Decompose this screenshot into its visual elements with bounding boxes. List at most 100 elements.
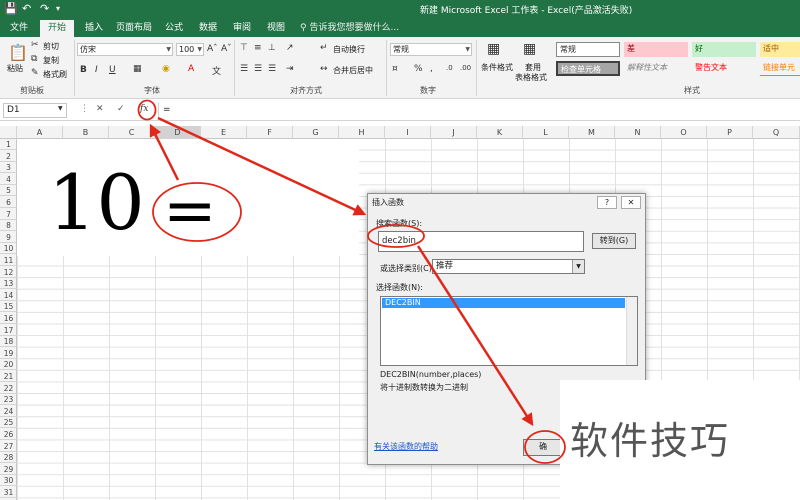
font-color-icon[interactable]: A [188,64,194,74]
column-header[interactable]: L [523,126,569,139]
indent-icon[interactable]: ⇥ [286,64,294,74]
select-all-corner[interactable] [0,126,17,139]
go-button[interactable]: 转到(G) [592,233,636,249]
percent-icon[interactable]: % [414,64,423,74]
row-header[interactable]: 5 [0,185,17,197]
row-header[interactable]: 8 [0,220,17,232]
column-header[interactable]: Q [753,126,800,139]
underline-button[interactable]: U [109,65,116,75]
conditional-format-button[interactable]: 条件格式 [481,62,513,73]
row-header[interactable]: 16 [0,313,17,324]
row-header[interactable]: 17 [0,325,17,336]
comma-icon[interactable]: , [430,64,433,74]
row-header[interactable]: 20 [0,359,17,371]
save-icon[interactable]: 💾 [4,2,18,15]
row-header[interactable]: 19 [0,348,17,359]
align-top-icon[interactable]: ⊤ [240,43,248,53]
font-name-select[interactable]: 仿宋 ▼ [77,43,173,56]
conditional-format-icon[interactable]: ▦ [487,41,500,57]
tab-insert[interactable]: 插入 [80,19,108,37]
column-header[interactable]: P [707,126,753,139]
font-size-select[interactable]: 100 ▼ [176,43,204,56]
align-center-icon[interactable]: ☰ [254,64,262,74]
row-header[interactable]: 11 [0,255,17,266]
drag-handle-icon[interactable]: ⋮ [80,104,89,114]
row-header[interactable]: 6 [0,197,17,208]
decrease-font-icon[interactable]: Aˇ [221,44,232,54]
fill-color-icon[interactable]: ◉ [162,64,170,74]
orientation-icon[interactable]: ↗ [286,43,294,53]
wrap-text-button[interactable]: 自动换行 [333,44,365,55]
row-header[interactable]: 23 [0,394,17,406]
column-header[interactable]: K [477,126,523,139]
borders-icon[interactable]: ▦ [133,64,142,74]
row-header[interactable]: 3 [0,162,17,174]
column-header[interactable]: O [661,126,707,139]
wrap-text-icon[interactable]: ↵ [320,43,328,53]
cut-button[interactable]: 剪切 [43,41,59,52]
row-header[interactable]: 2 [0,151,17,162]
phonetic-icon[interactable]: 文 [212,64,221,77]
paste-icon[interactable]: 📋 [8,43,28,62]
format-painter-icon[interactable]: ✎ [31,68,39,78]
list-scrollbar[interactable] [626,297,637,365]
style-explanatory[interactable]: 解释性文本 [624,61,688,76]
row-header[interactable]: 28 [0,452,17,464]
column-header[interactable]: N [615,126,661,139]
copy-button[interactable]: 复制 [43,55,59,66]
cancel-icon[interactable]: ✕ [96,104,104,114]
close-icon[interactable]: ✕ [621,196,641,209]
undo-icon[interactable]: ↶ [22,2,31,15]
row-header[interactable]: 31 [0,487,17,498]
chevron-down-icon[interactable]: ▼ [572,260,584,273]
merge-center-button[interactable]: 合并后居中 [333,65,373,76]
align-bottom-icon[interactable]: ⊥ [268,43,276,53]
row-header[interactable]: 1 [0,139,17,150]
column-header[interactable]: M [569,126,615,139]
row-header[interactable]: 12 [0,267,17,278]
tab-data[interactable]: 数据 [194,19,222,37]
scissors-icon[interactable]: ✂ [31,40,39,50]
row-header[interactable]: 10 [0,243,17,255]
format-table-button-line2[interactable]: 表格格式 [515,72,547,83]
decrease-decimal-icon[interactable]: .00 [460,64,471,72]
row-header[interactable]: 30 [0,475,17,487]
align-right-icon[interactable]: ☰ [268,64,276,74]
format-painter-button[interactable]: 格式刷 [43,69,67,80]
column-header[interactable]: C [109,126,155,139]
chevron-down-icon[interactable]: ▼ [58,105,63,112]
row-header[interactable]: 26 [0,429,17,440]
tab-review[interactable]: 审阅 [228,19,256,37]
row-header[interactable]: 21 [0,371,17,382]
paste-button[interactable]: 粘贴 [7,63,23,74]
row-header[interactable]: 13 [0,278,17,290]
row-header[interactable]: 27 [0,441,17,452]
tab-formulas[interactable]: 公式 [160,19,188,37]
cell-number-ten[interactable]: 10 [48,158,145,248]
style-normal[interactable]: 常规 [556,42,620,57]
column-header[interactable]: B [63,126,109,139]
format-table-icon[interactable]: ▦ [523,41,536,57]
row-header[interactable]: 4 [0,174,17,185]
increase-font-icon[interactable]: Aˆ [207,44,218,54]
column-header[interactable]: I [385,126,431,139]
tab-view[interactable]: 视图 [262,19,290,37]
align-left-icon[interactable]: ☰ [240,64,248,74]
bold-button[interactable]: B [80,65,87,75]
align-middle-icon[interactable]: ≡ [254,43,262,53]
enter-icon[interactable]: ✓ [117,104,125,114]
copy-icon[interactable]: ⧉ [31,54,37,64]
ok-button[interactable]: 确 [523,439,563,456]
column-header[interactable]: D [155,126,201,139]
column-header[interactable]: F [247,126,293,139]
row-header[interactable]: 9 [0,232,17,243]
redo-icon[interactable]: ↷ [40,2,49,15]
column-header[interactable]: E [201,126,247,139]
column-header[interactable]: J [431,126,477,139]
style-bad[interactable]: 差 [624,42,688,57]
tab-page-layout[interactable]: 页面布局 [114,19,154,37]
increase-decimal-icon[interactable]: .0 [446,64,453,72]
column-header[interactable]: G [293,126,339,139]
style-warning[interactable]: 警告文本 [692,61,756,76]
tab-home[interactable]: 开始 [40,20,74,37]
